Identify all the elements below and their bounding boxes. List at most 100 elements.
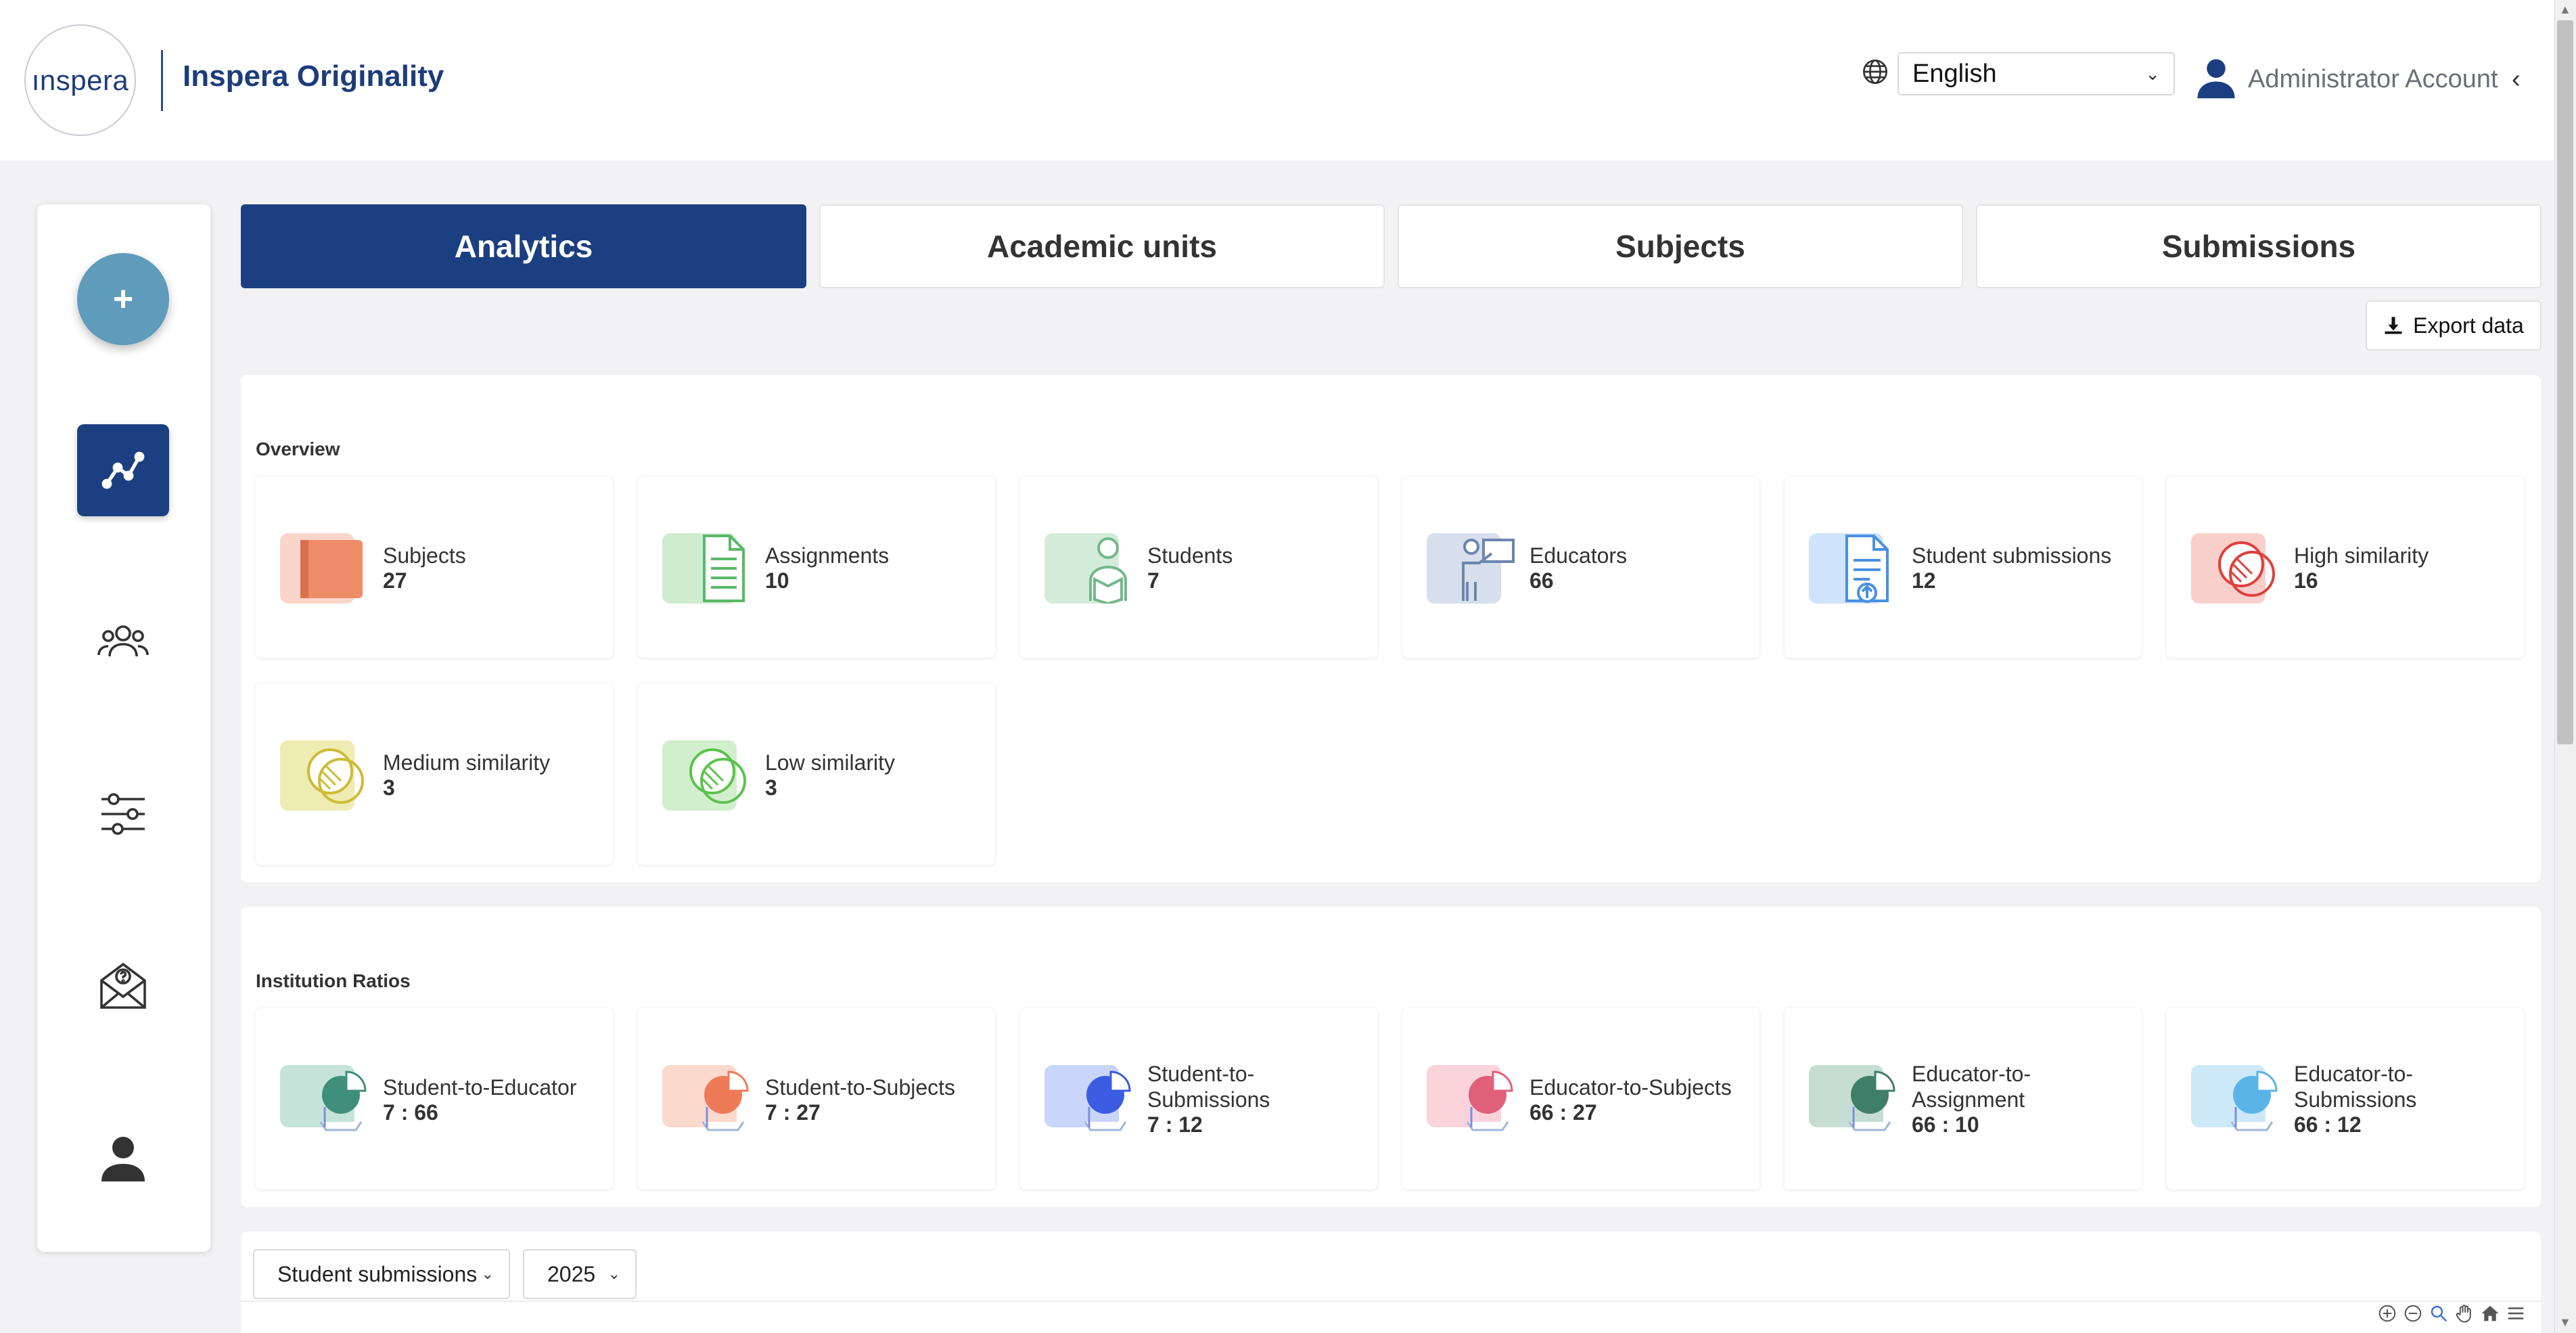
top-header: ınspera Inspera Originality English ⌄ Ad… [0,0,2554,160]
card-value: 66 [1530,568,1554,593]
language-select[interactable]: English ⌄ [1898,52,2175,95]
account-avatar-icon[interactable] [2194,55,2238,100]
menu-icon[interactable] [2506,1303,2526,1324]
chevron-down-icon: ⌄ [481,1265,494,1282]
tab-submissions[interactable]: Submissions [1976,204,2542,288]
card-label: Low similarity [765,750,896,775]
pan-hand-icon[interactable] [2454,1303,2475,1324]
export-data-label: Export data [2413,313,2524,338]
inspera-logo[interactable]: ınspera [24,24,136,136]
analytics-icon [101,451,145,489]
card-label: Educator-to-Assignment [1912,1062,2031,1112]
card-value: 7 : 27 [765,1100,821,1125]
card-value: 66 : 12 [2294,1112,2362,1137]
tab-academic-units[interactable]: Academic units [819,204,1385,288]
scroll-down-arrow-icon[interactable]: ▼ [2559,1315,2571,1330]
tab-analytics[interactable]: Analytics [241,204,806,288]
user-icon[interactable] [96,1130,150,1184]
card-label: Subjects [383,543,466,568]
institution-ratios-title: Institution Ratios [256,970,411,991]
ratio-card-student-to-submissions: Student-to-Submissions 7 : 12 [1020,1008,1377,1190]
card-label: Assignments [765,543,890,568]
book-icon [280,533,363,604]
scroll-up-arrow-icon[interactable]: ▲ [2559,3,2571,17]
overview-title: Overview [256,438,340,459]
card-label: Educator-to-Submissions [2294,1062,2417,1112]
sliders-icon[interactable] [96,787,150,841]
chevron-down-icon: ⌄ [2145,63,2160,84]
selection-zoom-icon[interactable] [2429,1303,2449,1324]
ratio-card-student-to-educator: Student-to-Educator 7 : 66 [256,1008,613,1190]
product-name: Inspera Originality [183,60,444,93]
globe-icon [1863,60,1887,84]
chart-toolbar [2377,1303,2526,1324]
ratio-card-educator-to-submissions: Educator-to-Submissions 66 : 12 [2167,1008,2524,1190]
educator-icon [1427,533,1515,604]
card-value: 27 [383,568,407,593]
card-value: 66 : 27 [1530,1100,1597,1125]
download-icon [2385,317,2402,334]
metric-select[interactable]: Student submissions ⌄ [253,1249,510,1299]
logo-divider [161,50,163,111]
account-name[interactable]: Administrator Account [2248,65,2498,94]
stat-card-educators: Educators 66 [1402,476,1760,658]
logo-text: ınspera [31,64,129,96]
card-label: Student-to-Subjects [765,1075,956,1100]
pie-chart-icon [1044,1065,1131,1131]
stat-card-students: Students 7 [1020,476,1377,658]
student-icon [1044,533,1127,604]
metric-select-value: Student submissions [277,1261,478,1286]
scrollbar-thumb[interactable] [2557,20,2573,744]
ratio-card-educator-to-subjects: Educator-to-Subjects 66 : 27 [1402,1008,1760,1190]
year-select[interactable]: 2025 ⌄ [523,1249,637,1299]
sidebar [37,204,210,1252]
card-value: 16 [2294,568,2318,593]
export-data-button[interactable]: Export data [2366,300,2542,351]
card-value: 66 : 10 [1912,1112,1979,1137]
card-value: 3 [765,775,777,800]
stat-card-assignments: Assignments 10 [638,476,995,658]
users-icon[interactable] [96,616,150,670]
pie-chart-icon [1427,1065,1513,1131]
stat-card-medium-similarity: Medium similarity 3 [256,683,613,865]
card-label: Student-to-Educator [383,1075,577,1100]
card-label: High similarity [2294,543,2429,568]
card-value: 3 [383,775,395,800]
zoom-in-icon[interactable] [2377,1303,2397,1324]
stat-card-subjects: Subjects 27 [256,476,613,658]
mail-question-icon[interactable] [96,959,150,1013]
card-value: 12 [1912,568,1936,593]
card-label: Educator-to-Subjects [1530,1075,1732,1100]
tab-subjects[interactable]: Subjects [1398,204,1963,288]
pie-chart-icon [662,1065,749,1131]
stat-card-low-similarity: Low similarity 3 [638,683,995,865]
chart-panel-divider [241,1301,2541,1302]
home-reset-icon[interactable] [2480,1303,2500,1324]
card-value: 10 [765,568,789,593]
card-value: 7 : 66 [383,1100,438,1125]
high-similarity-icon [2191,533,2275,604]
pie-chart-icon [2191,1065,2278,1131]
chevron-left-icon[interactable]: ‹ [2512,65,2521,94]
add-button[interactable]: + [77,253,169,345]
chevron-down-icon: ⌄ [607,1265,620,1282]
card-label: Student-to-Submissions [1147,1062,1270,1112]
sidebar-item-analytics[interactable] [77,424,169,516]
card-value: 7 : 12 [1147,1112,1203,1137]
zoom-out-icon[interactable] [2403,1303,2423,1324]
card-label: Medium similarity [383,750,551,775]
stat-card-high-similarity: High similarity 16 [2167,476,2524,658]
card-label: Educators [1530,543,1628,568]
low-similarity-icon [662,740,746,811]
card-value: 7 [1147,568,1159,593]
ratio-card-educator-to-assignment: Educator-to-Assignment 66 : 10 [1785,1008,2142,1190]
card-label: Student submissions [1912,543,2112,568]
card-label: Students [1147,543,1233,568]
submission-icon [1809,533,1889,604]
pie-chart-icon [1809,1065,1895,1131]
medium-similarity-icon [280,740,364,811]
stat-card-student-submissions: Student submissions 12 [1785,476,2142,658]
year-select-value: 2025 [547,1261,596,1286]
language-value: English [1912,59,1997,88]
pie-chart-icon [280,1065,367,1131]
